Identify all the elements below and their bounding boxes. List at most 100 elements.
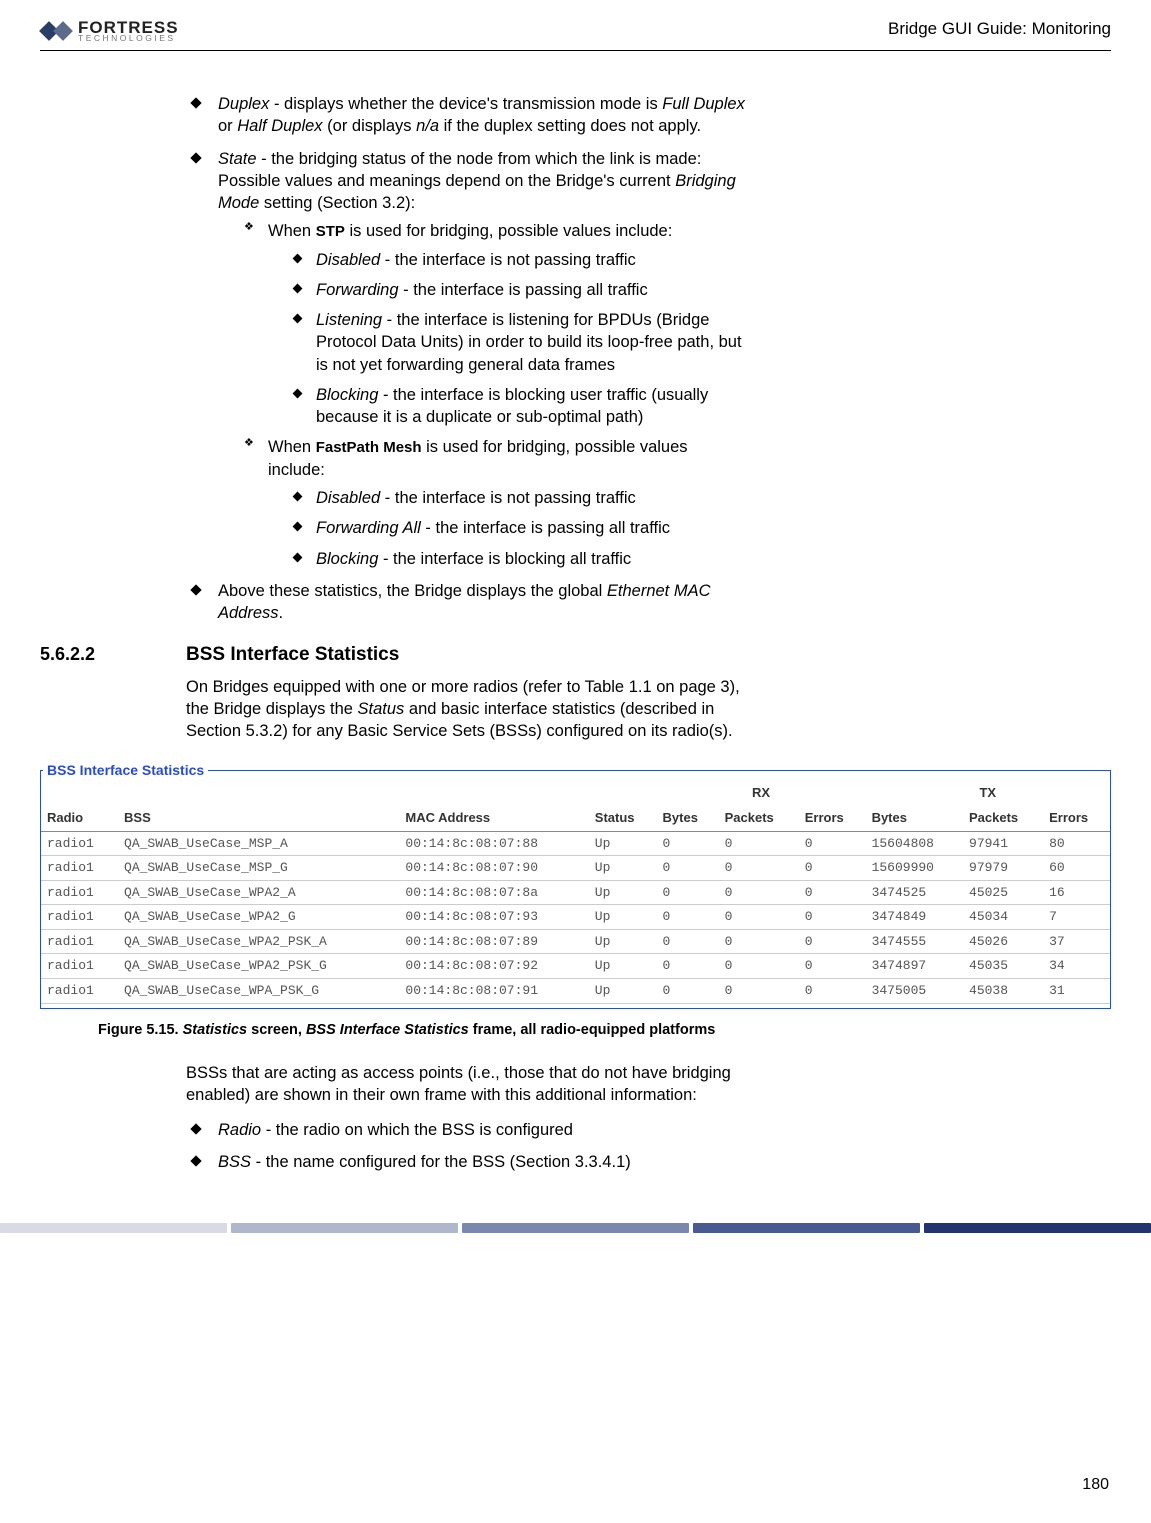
group-header-tx: TX	[866, 780, 1110, 806]
col-header: Bytes	[657, 805, 719, 831]
bullet-bss: BSS - the name configured for the BSS (S…	[186, 1151, 746, 1173]
fpm-disabled-t: - the interface is not passing traffic	[380, 489, 636, 507]
table-cell: 16	[1043, 880, 1110, 905]
table-cell: 7	[1043, 905, 1110, 930]
table-cell: 45026	[963, 929, 1043, 954]
table-row: radio1QA_SWAB_UseCase_WPA2_G00:14:8c:08:…	[41, 905, 1110, 930]
radio-l: Radio	[218, 1121, 261, 1139]
above-a: Above these statistics, the Bridge displ…	[218, 582, 607, 600]
table-cell: 3474555	[866, 929, 963, 954]
table-cell: 0	[719, 929, 799, 954]
col-header: Radio	[41, 805, 118, 831]
table-cell: 0	[657, 929, 719, 954]
stp-disabled: Disabled - the interface is not passing …	[288, 249, 746, 271]
col-header: Status	[589, 805, 657, 831]
col-header: Errors	[799, 805, 866, 831]
table-cell: QA_SWAB_UseCase_MSP_A	[118, 831, 399, 856]
table-row: radio1QA_SWAB_UseCase_WPA2_PSK_A00:14:8c…	[41, 929, 1110, 954]
stp-disabled-l: Disabled	[316, 251, 380, 269]
fpm-disabled: Disabled - the interface is not passing …	[288, 487, 746, 509]
when-fpm-a: When	[268, 438, 316, 456]
table-cell: QA_SWAB_UseCase_WPA_PSK_G	[118, 979, 399, 1004]
col-header: Packets	[963, 805, 1043, 831]
table-cell: Up	[589, 929, 657, 954]
bullet-state: State - the bridging status of the node …	[186, 148, 746, 570]
table-cell: 80	[1043, 831, 1110, 856]
table-cell: 00:14:8c:08:07:93	[399, 905, 588, 930]
table-cell: QA_SWAB_UseCase_WPA2_A	[118, 880, 399, 905]
table-cell: 00:14:8c:08:07:89	[399, 929, 588, 954]
logo: FORTRESS TECHNOLOGIES	[40, 14, 179, 48]
stp-listening: Listening - the interface is listening f…	[288, 309, 746, 376]
table-cell: Up	[589, 856, 657, 881]
table-cell: 3474897	[866, 954, 963, 979]
table-cell: radio1	[41, 905, 118, 930]
table-cell: radio1	[41, 929, 118, 954]
fpm-label: FastPath Mesh	[316, 439, 422, 456]
table-cell: Up	[589, 979, 657, 1004]
fpm-forwarding-l: Forwarding All	[316, 519, 421, 537]
table-cell: 45025	[963, 880, 1043, 905]
stp-label: STP	[316, 223, 345, 240]
table-cell: Up	[589, 831, 657, 856]
page-number: 180	[1082, 1474, 1109, 1496]
table-cell: 0	[799, 831, 866, 856]
bss-l: BSS	[218, 1153, 251, 1171]
fpm-blocking-l: Blocking	[316, 550, 378, 568]
table-row: radio1QA_SWAB_UseCase_MSP_A00:14:8c:08:0…	[41, 831, 1110, 856]
top-bullet-list: Duplex - displays whether the device's t…	[186, 93, 746, 624]
table-cell: 97941	[963, 831, 1043, 856]
table-cell: 0	[657, 856, 719, 881]
stp-forwarding-t: - the interface is passing all traffic	[399, 281, 648, 299]
radio-t: - the radio on which the BSS is configur…	[261, 1121, 573, 1139]
group-header-rx: RX	[657, 780, 866, 806]
table-cell: 00:14:8c:08:07:91	[399, 979, 588, 1004]
table-cell: radio1	[41, 880, 118, 905]
table-row: radio1QA_SWAB_UseCase_MSP_G00:14:8c:08:0…	[41, 856, 1110, 881]
bss-statistics-fieldset: BSS Interface Statistics RX TX RadioBSSM…	[40, 761, 1111, 1009]
table-cell: radio1	[41, 856, 118, 881]
bullet-radio: Radio - the radio on which the BSS is co…	[186, 1119, 746, 1141]
page-header: FORTRESS TECHNOLOGIES Bridge GUI Guide: …	[40, 12, 1111, 51]
table-cell: QA_SWAB_UseCase_WPA2_PSK_G	[118, 954, 399, 979]
table-cell: 45034	[963, 905, 1043, 930]
table-cell: radio1	[41, 979, 118, 1004]
col-header: Packets	[719, 805, 799, 831]
when-stp-b: is used for bridging, possible values in…	[345, 222, 672, 240]
section-number: 5.6.2.2	[40, 642, 186, 666]
table-cell: 15609990	[866, 856, 963, 881]
table-cell: 45038	[963, 979, 1043, 1004]
table-cell: 0	[799, 929, 866, 954]
table-cell: 0	[657, 831, 719, 856]
na-text: n/a	[416, 117, 439, 135]
table-row: radio1QA_SWAB_UseCase_WPA2_A00:14:8c:08:…	[41, 880, 1110, 905]
table-cell: 0	[719, 979, 799, 1004]
col-header: BSS	[118, 805, 399, 831]
fig-label: Figure 5.15.	[98, 1022, 183, 1038]
bss-t: - the name configured for the BSS (Secti…	[251, 1153, 631, 1171]
bullet-when-stp: When STP is used for bridging, possible …	[240, 220, 746, 428]
table-cell: QA_SWAB_UseCase_WPA2_PSK_A	[118, 929, 399, 954]
logo-icon	[40, 14, 74, 48]
table-cell: 0	[657, 954, 719, 979]
table-cell: Up	[589, 905, 657, 930]
footer-rule	[0, 1223, 1151, 1233]
section-intro-para: On Bridges equipped with one or more rad…	[186, 676, 746, 743]
or-text: or	[218, 117, 237, 135]
table-cell: 31	[1043, 979, 1110, 1004]
table-cell: radio1	[41, 831, 118, 856]
table-cell: 00:14:8c:08:07:92	[399, 954, 588, 979]
table-cell: 34	[1043, 954, 1110, 979]
fig-ital1: Statistics	[183, 1022, 247, 1038]
after-fig-para: BSSs that are acting as access points (i…	[186, 1062, 746, 1107]
table-cell: 0	[719, 880, 799, 905]
table-cell: 0	[657, 905, 719, 930]
table-cell: 00:14:8c:08:07:90	[399, 856, 588, 881]
figure-caption: Figure 5.15. Statistics screen, BSS Inte…	[98, 1021, 746, 1041]
bss-legend: BSS Interface Statistics	[43, 761, 208, 780]
fig-ital2: BSS Interface Statistics	[306, 1022, 469, 1038]
table-cell: Up	[589, 880, 657, 905]
table-cell: 00:14:8c:08:07:88	[399, 831, 588, 856]
table-cell: 0	[719, 954, 799, 979]
stp-blocking: Blocking - the interface is blocking use…	[288, 384, 746, 429]
